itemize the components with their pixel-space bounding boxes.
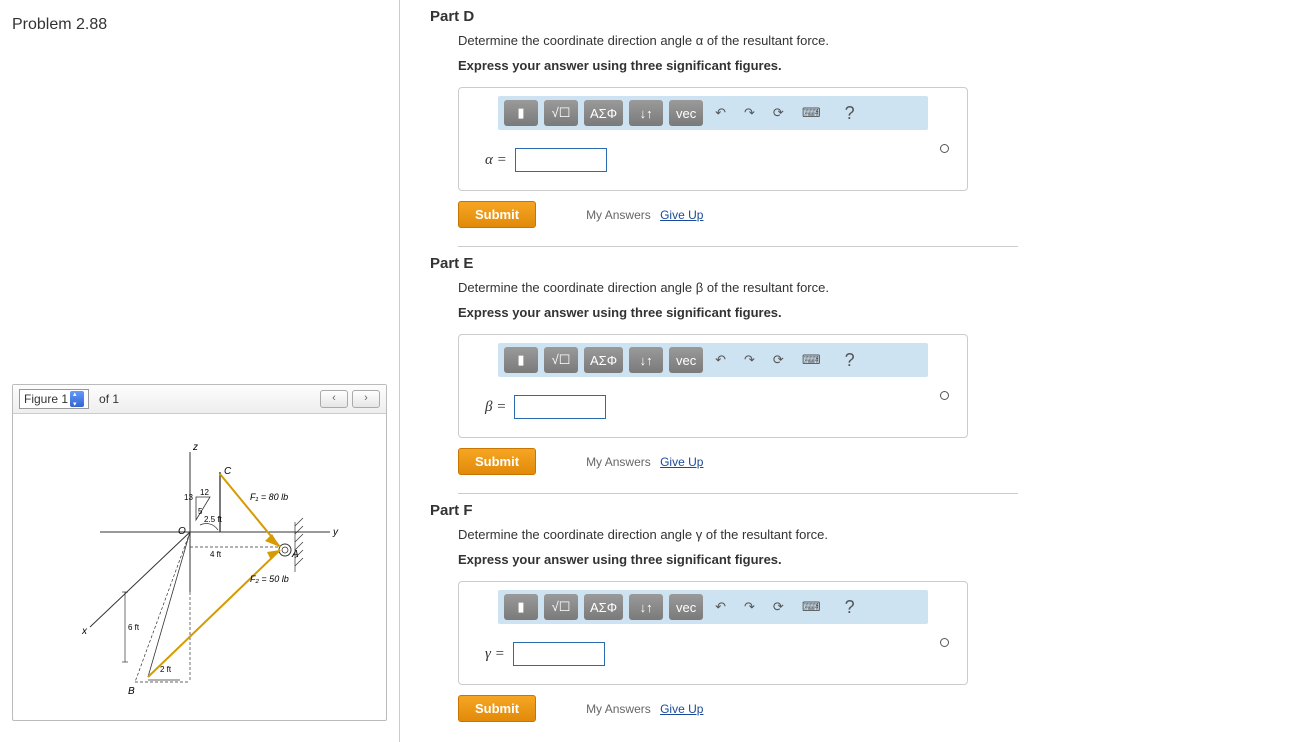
problem-title: Problem 2.88 — [12, 16, 387, 34]
reset-button[interactable]: ⟳ — [767, 594, 790, 620]
left-pane: Problem 2.88 Figure 1 of 1 ‹ › z — [0, 0, 400, 742]
figure-select[interactable]: Figure 1 — [19, 389, 89, 409]
separator — [458, 493, 1018, 494]
part-d-var-label: α = — [485, 152, 507, 169]
part-e-answer-card: ▮ √☐ ΑΣΦ ↓↑ vec ↶ ↷ ⟳ ⌨ ? β = — [458, 334, 968, 438]
axis-z-label: z — [192, 442, 198, 453]
part-f-instruction: Express your answer using three signific… — [458, 552, 1282, 567]
figure-next-button[interactable]: › — [352, 390, 380, 408]
my-answers-label: My Answers — [586, 208, 651, 222]
part-f-links: My Answers Give Up — [586, 702, 703, 716]
figure-prev-button[interactable]: ‹ — [320, 390, 348, 408]
part-f-desc: Determine the coordinate direction angle… — [458, 527, 1282, 542]
part-e-desc: Determine the coordinate direction angle… — [458, 280, 1282, 295]
template-button[interactable]: ▮ — [504, 100, 538, 126]
figure-of-text: of 1 — [99, 392, 119, 406]
redo-button[interactable]: ↷ — [738, 347, 761, 373]
redo-button[interactable]: ↷ — [738, 100, 761, 126]
toolbar-help-button[interactable]: ? — [833, 594, 867, 620]
part-e-answer-input[interactable] — [514, 395, 606, 419]
undo-button[interactable]: ↶ — [709, 594, 732, 620]
part-d-instruction: Express your answer using three signific… — [458, 58, 1282, 73]
point-b-label: B — [128, 686, 135, 697]
part-f-title: Part F — [430, 502, 1282, 519]
subscript-button[interactable]: ↓↑ — [629, 347, 663, 373]
figure-panel: Figure 1 of 1 ‹ › z y x — [12, 384, 387, 721]
dim-2-5ft: 2.5 ft — [204, 515, 223, 524]
redo-button[interactable]: ↷ — [738, 594, 761, 620]
part-e-links: My Answers Give Up — [586, 455, 703, 469]
point-c-label: C — [224, 466, 232, 477]
part-d-submit-button[interactable]: Submit — [458, 201, 536, 228]
part-f-submit-button[interactable]: Submit — [458, 695, 536, 722]
part-d-title: Part D — [430, 8, 1282, 25]
part-d-answer-input[interactable] — [515, 148, 607, 172]
give-up-link[interactable]: Give Up — [660, 208, 703, 222]
sqrt-button[interactable]: √☐ — [544, 594, 578, 620]
reset-button[interactable]: ⟳ — [767, 100, 790, 126]
greek-button[interactable]: ΑΣΦ — [584, 347, 623, 373]
toolbar-help-button[interactable]: ? — [833, 100, 867, 126]
degree-icon — [940, 638, 949, 647]
dim-2ft: 2 ft — [160, 665, 172, 674]
give-up-link[interactable]: Give Up — [660, 455, 703, 469]
vec-button[interactable]: vec — [669, 347, 703, 373]
part-e-title: Part E — [430, 255, 1282, 272]
reset-button[interactable]: ⟳ — [767, 347, 790, 373]
part-e-submit-button[interactable]: Submit — [458, 448, 536, 475]
part-e-var-label: β = — [485, 399, 506, 416]
part-f-block: Part F Determine the coordinate directio… — [430, 502, 1282, 722]
give-up-link[interactable]: Give Up — [660, 702, 703, 716]
axis-x-label: x — [81, 626, 88, 637]
my-answers-label: My Answers — [586, 702, 651, 716]
part-d-toolbar: ▮ √☐ ΑΣΦ ↓↑ vec ↶ ↷ ⟳ ⌨ ? — [498, 96, 928, 130]
tri-12: 12 — [200, 488, 209, 497]
toolbar-help-button[interactable]: ? — [833, 347, 867, 373]
separator — [458, 246, 1018, 247]
sqrt-button[interactable]: √☐ — [544, 347, 578, 373]
part-f-var-label: γ = — [485, 646, 505, 663]
greek-button[interactable]: ΑΣΦ — [584, 100, 623, 126]
part-d-desc: Determine the coordinate direction angle… — [458, 33, 1282, 48]
my-answers-label: My Answers — [586, 455, 651, 469]
subscript-button[interactable]: ↓↑ — [629, 100, 663, 126]
figure-body: z y x C 13 12 5 — [13, 414, 386, 720]
figure-svg: z y x C 13 12 5 — [40, 422, 360, 712]
part-e-toolbar: ▮ √☐ ΑΣΦ ↓↑ vec ↶ ↷ ⟳ ⌨ ? — [498, 343, 928, 377]
dim-4ft: 4 ft — [210, 550, 222, 559]
force-f2-label: F₂ = 50 lb — [250, 574, 289, 584]
sqrt-button[interactable]: √☐ — [544, 100, 578, 126]
axis-y-label: y — [332, 527, 339, 538]
degree-icon — [940, 391, 949, 400]
part-f-answer-card: ▮ √☐ ΑΣΦ ↓↑ vec ↶ ↷ ⟳ ⌨ ? γ = — [458, 581, 968, 685]
part-e-block: Part E Determine the coordinate directio… — [430, 255, 1282, 494]
vec-button[interactable]: vec — [669, 594, 703, 620]
tri-13: 13 — [184, 493, 193, 502]
figure-header: Figure 1 of 1 ‹ › — [13, 385, 386, 414]
part-d-block: Part D Determine the coordinate directio… — [430, 8, 1282, 247]
undo-button[interactable]: ↶ — [709, 347, 732, 373]
keyboard-button[interactable]: ⌨ — [796, 594, 827, 620]
dim-6ft: 6 ft — [128, 623, 140, 632]
degree-icon — [940, 144, 949, 153]
keyboard-button[interactable]: ⌨ — [796, 100, 827, 126]
part-d-links: My Answers Give Up — [586, 208, 703, 222]
part-f-answer-input[interactable] — [513, 642, 605, 666]
point-o-label: O — [178, 526, 186, 537]
force-f1-label: F₁ = 80 lb — [250, 492, 288, 502]
figure-select-label: Figure 1 — [24, 392, 68, 406]
part-e-instruction: Express your answer using three signific… — [458, 305, 1282, 320]
right-pane: Part D Determine the coordinate directio… — [400, 0, 1292, 742]
vec-button[interactable]: vec — [669, 100, 703, 126]
template-button[interactable]: ▮ — [504, 594, 538, 620]
template-button[interactable]: ▮ — [504, 347, 538, 373]
subscript-button[interactable]: ↓↑ — [629, 594, 663, 620]
part-f-toolbar: ▮ √☐ ΑΣΦ ↓↑ vec ↶ ↷ ⟳ ⌨ ? — [498, 590, 928, 624]
figure-stepper-icon[interactable] — [70, 391, 84, 407]
part-d-answer-card: ▮ √☐ ΑΣΦ ↓↑ vec ↶ ↷ ⟳ ⌨ ? α = — [458, 87, 968, 191]
tri-5: 5 — [198, 507, 203, 516]
greek-button[interactable]: ΑΣΦ — [584, 594, 623, 620]
keyboard-button[interactable]: ⌨ — [796, 347, 827, 373]
undo-button[interactable]: ↶ — [709, 100, 732, 126]
